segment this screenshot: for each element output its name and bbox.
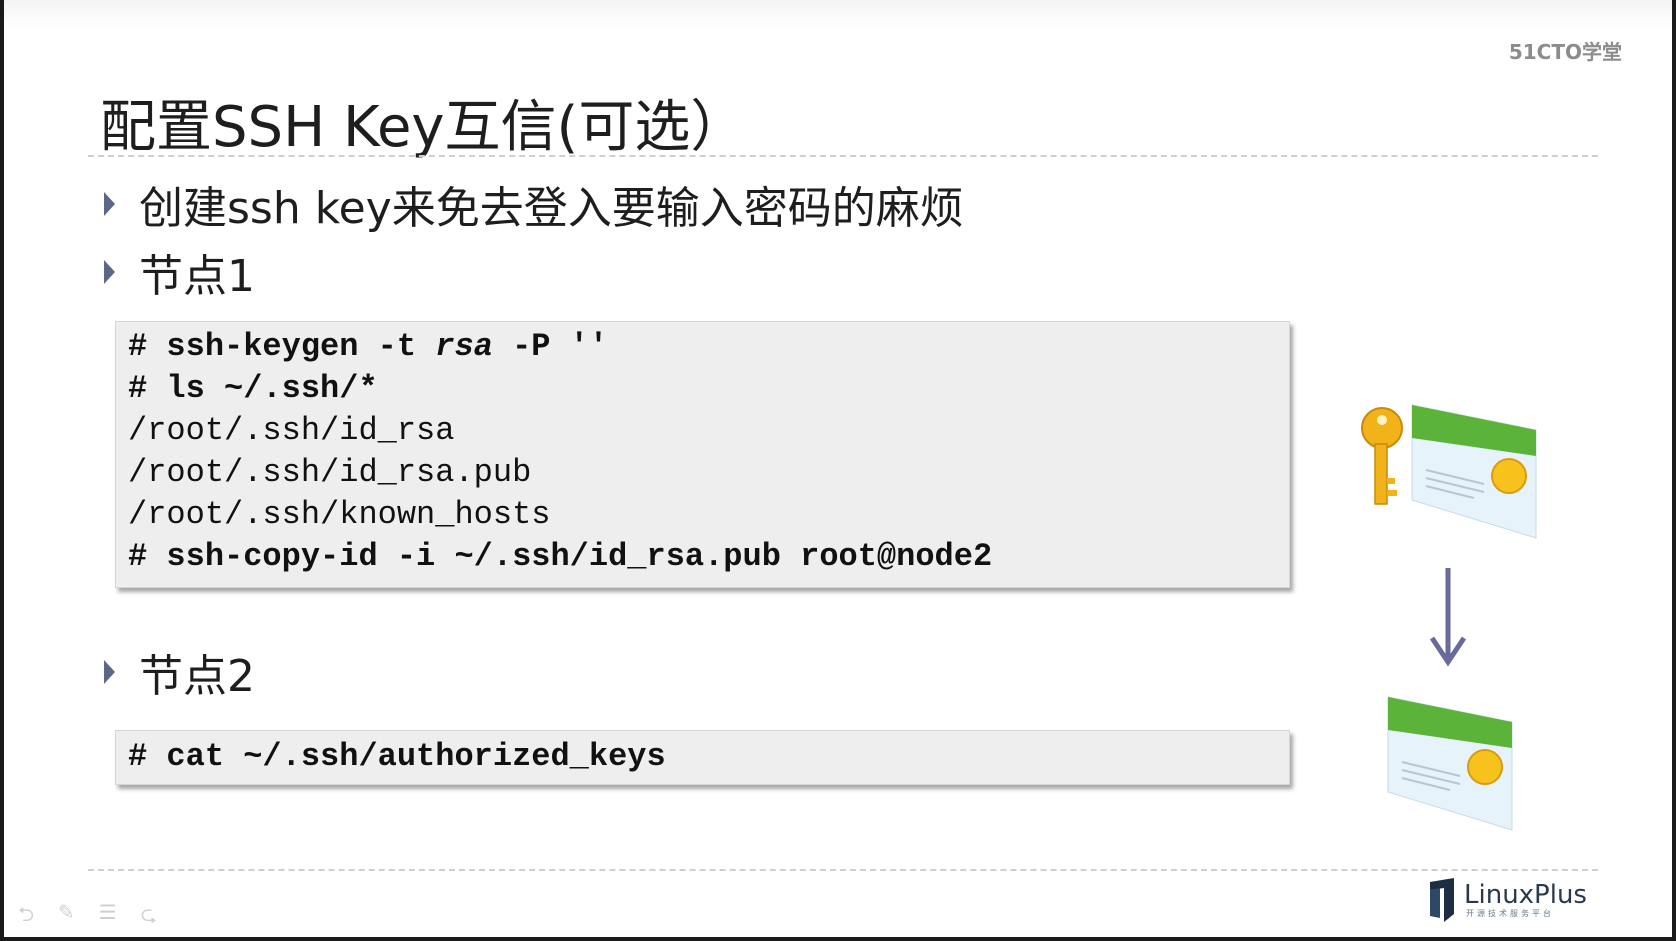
pen-icon[interactable]: ✎: [58, 900, 75, 934]
code-block-node1: # ssh-keygen -t rsa -P '' # ls ~/.ssh/* …: [115, 321, 1290, 588]
bullet-text: 节点2: [139, 651, 255, 702]
arrow-down-icon: [1429, 568, 1467, 667]
certificate-icon: [1387, 696, 1513, 831]
code-text: # ssh-keygen -t: [128, 328, 436, 365]
back-icon[interactable]: ⮌: [18, 900, 34, 934]
slide: 51CTO学堂 配置SSH Key互信(可选） 创建ssh key来免去登入要输…: [4, 0, 1672, 937]
code-line: # ls ~/.ssh/*: [128, 370, 378, 407]
bullet-arrow-icon: [104, 260, 115, 284]
bullet-text: 节点1: [139, 251, 255, 302]
code-line: /root/.ssh/known_hosts: [128, 496, 551, 533]
code-line: # ssh-keygen -t rsa -P '': [128, 327, 608, 367]
title-divider: [88, 155, 1598, 157]
certificate-icon: [1411, 404, 1537, 539]
code-block-node2: # cat ~/.ssh/authorized_keys: [115, 730, 1290, 785]
bullet-item: 节点1: [104, 240, 255, 304]
code-line: /root/.ssh/id_rsa: [128, 412, 455, 449]
code-text: rsa: [435, 328, 493, 365]
code-line: # cat ~/.ssh/authorized_keys: [128, 738, 666, 775]
footer-divider: [88, 869, 1598, 871]
code-line: # ssh-copy-id -i ~/.ssh/id_rsa.pub root@…: [128, 538, 993, 575]
linuxplus-logo: LinuxPlus 开源技术服务平台: [1428, 878, 1587, 922]
watermark: 51CTO学堂: [1508, 40, 1622, 64]
bullet-text: 创建ssh key来免去登入要输入密码的麻烦: [139, 183, 964, 234]
ssh-key-illustration: [1361, 404, 1537, 831]
brand-name: LinuxPlus: [1464, 879, 1587, 910]
slide-title: 配置SSH Key互信(可选）: [100, 95, 747, 160]
menu-icon[interactable]: ☰: [99, 900, 117, 934]
linuxplus-logo-icon: [1430, 878, 1454, 922]
key-icon: [1361, 407, 1403, 505]
bullet-arrow-icon: [104, 192, 115, 216]
forward-icon[interactable]: ⮎: [141, 900, 157, 934]
code-text: -P '': [492, 328, 609, 365]
bullet-item: 创建ssh key来免去登入要输入密码的麻烦: [104, 172, 964, 236]
player-toolbar: ⮌ ✎ ☰ ⮎: [18, 900, 157, 934]
bullet-arrow-icon: [104, 660, 115, 684]
bullet-item: 节点2: [104, 640, 255, 704]
code-line: /root/.ssh/id_rsa.pub: [128, 454, 532, 491]
